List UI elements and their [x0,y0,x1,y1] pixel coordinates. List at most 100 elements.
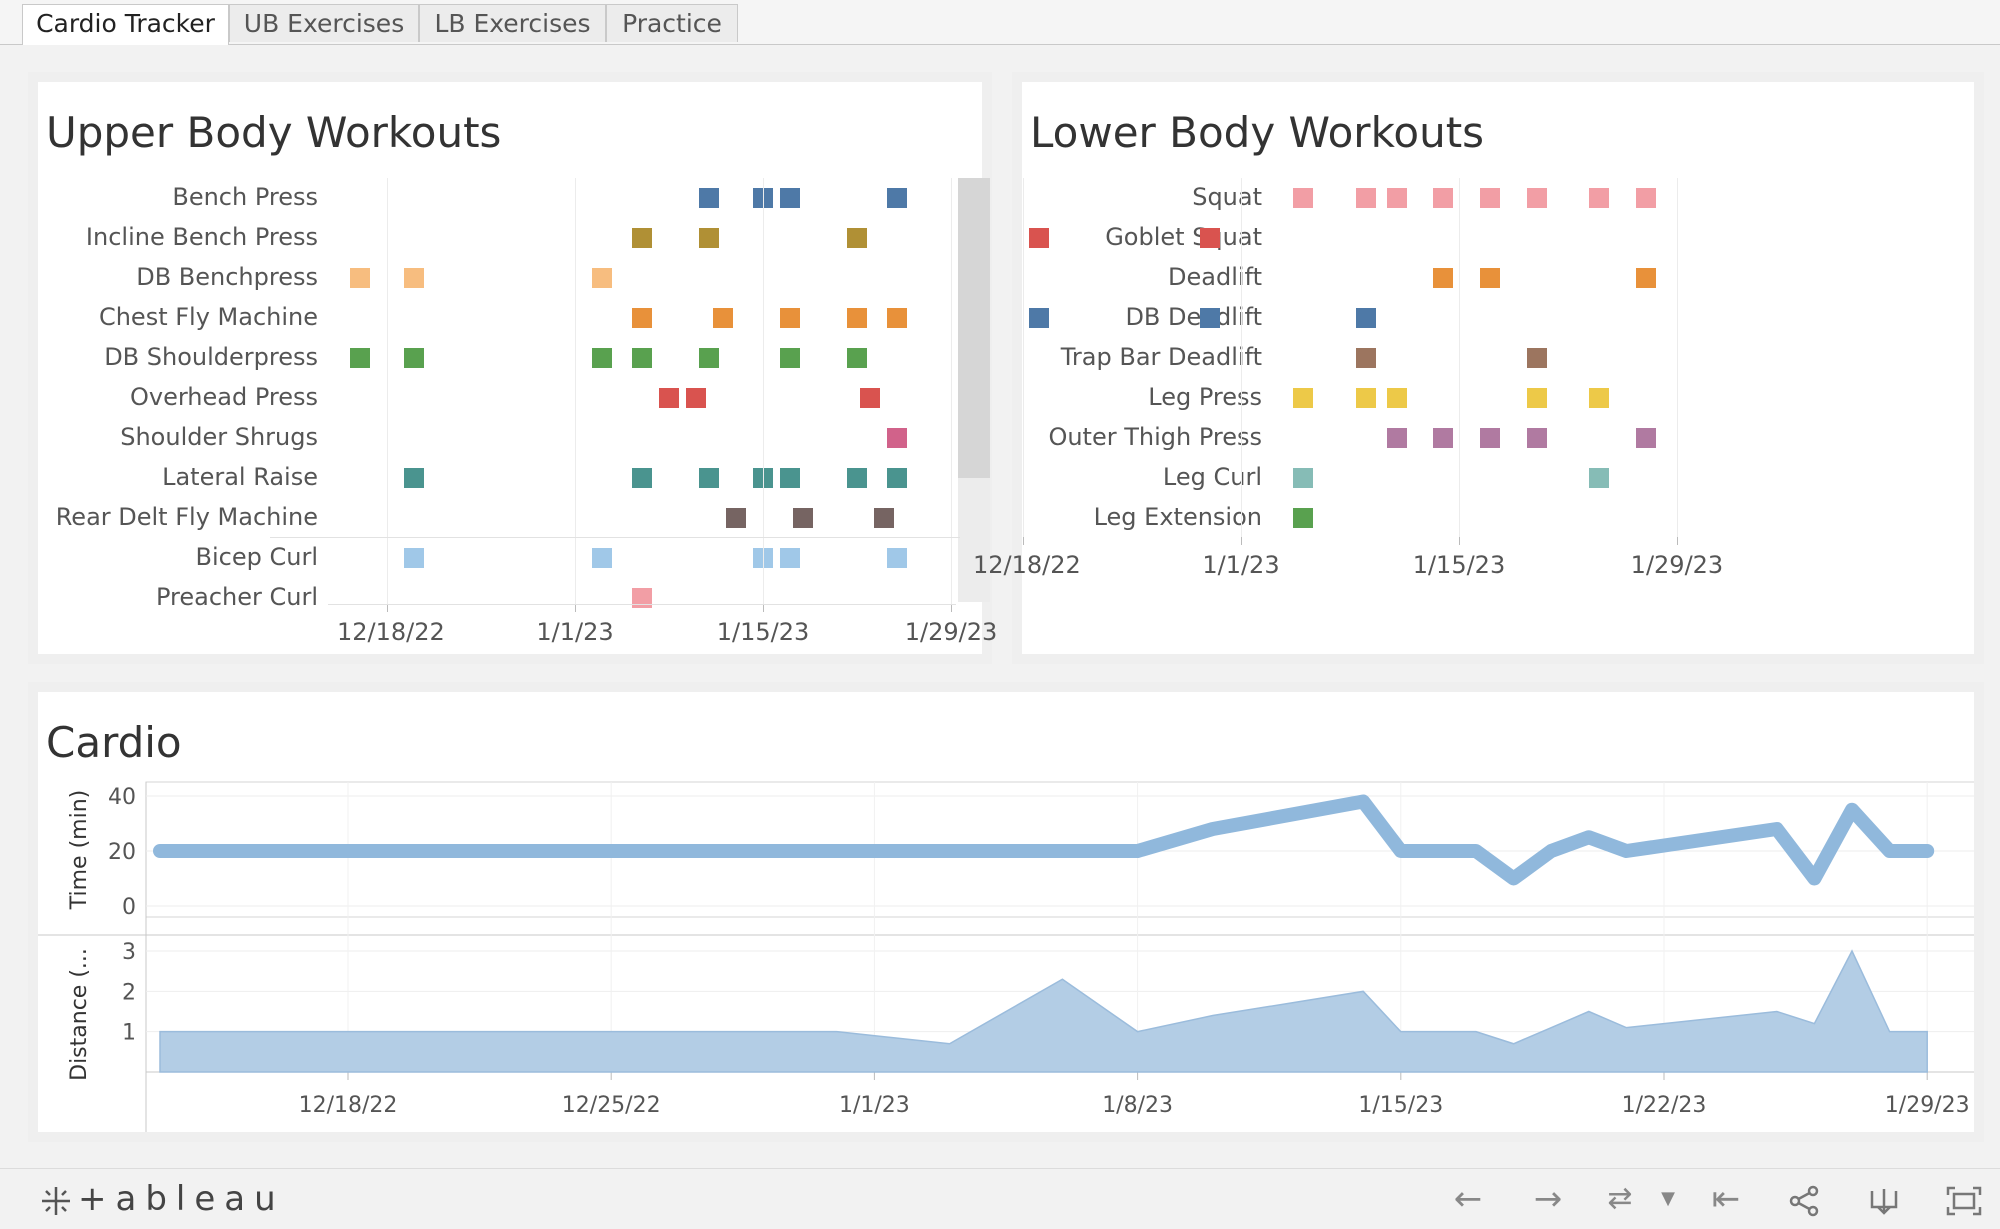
workout-mark-squat[interactable] [1480,188,1501,208]
x-axis-line [328,604,956,605]
workout-mark-lateral-raise[interactable] [403,468,424,488]
workout-mark-shoulder-shrugs[interactable] [887,428,908,448]
sheet-tab-strip: Cardio Tracker UB Exercises LB Exercises… [0,0,2000,45]
workout-mark-rear-delt-fly-machine[interactable] [726,508,747,528]
workout-mark-outer-thigh-press[interactable] [1526,428,1547,448]
workout-mark-preacher-curl[interactable] [632,588,653,608]
share-icon[interactable] [1782,1169,1826,1229]
row-label-bench-press: Bench Press [172,183,318,211]
workout-mark-leg-press[interactable] [1355,388,1376,408]
tab-ub-exercises[interactable]: UB Exercises [229,4,419,42]
workout-mark-outer-thigh-press[interactable] [1386,428,1407,448]
workout-mark-incline-bench-press[interactable] [632,228,653,248]
x-tick-label: 1/22/23 [1622,1093,1707,1118]
workout-mark-leg-press[interactable] [1386,388,1407,408]
revert-icon[interactable]: ⇄ [1598,1169,1642,1229]
workout-mark-bicep-curl[interactable] [403,548,424,568]
workout-mark-db-benchpress[interactable] [591,268,612,288]
x-tick-label: 1/29/23 [1885,1093,1970,1118]
workout-mark-bicep-curl[interactable] [779,548,800,568]
workout-mark-db-shoulderpress[interactable] [779,348,800,368]
x-tick-label: 1/15/23 [1358,1093,1443,1118]
workout-mark-db-benchpress[interactable] [350,268,371,288]
workout-mark-deadlift[interactable] [1635,268,1656,288]
workout-mark-leg-curl[interactable] [1589,468,1610,488]
workout-mark-db-shoulderpress[interactable] [632,348,653,368]
workout-mark-incline-bench-press[interactable] [847,228,868,248]
x-gridline [951,178,953,604]
workout-mark-incline-bench-press[interactable] [699,228,720,248]
workout-mark-trap-bar-deadlift[interactable] [1355,348,1376,368]
workout-mark-db-shoulderpress[interactable] [403,348,424,368]
x-tick [951,604,953,612]
workout-mark-outer-thigh-press[interactable] [1480,428,1501,448]
workout-mark-squat[interactable] [1355,188,1376,208]
workout-mark-deadlift[interactable] [1433,268,1454,288]
workout-mark-trap-bar-deadlift[interactable] [1526,348,1547,368]
workout-mark-lateral-raise[interactable] [847,468,868,488]
row-label-shoulder-shrugs: Shoulder Shrugs [120,423,318,451]
row-label-overhead-press: Overhead Press [129,383,318,411]
workout-mark-bench-press[interactable] [887,188,908,208]
workout-mark-squat[interactable] [1589,188,1610,208]
workout-mark-leg-press[interactable] [1293,388,1314,408]
workout-mark-squat[interactable] [1293,188,1314,208]
workout-mark-squat[interactable] [1526,188,1547,208]
tab-practice[interactable]: Practice [606,4,738,42]
workout-mark-rear-delt-fly-machine[interactable] [793,508,814,528]
workout-mark-lateral-raise[interactable] [699,468,720,488]
workout-mark-lateral-raise[interactable] [887,468,908,488]
workout-mark-db-deadlift[interactable] [1355,308,1376,328]
workout-mark-squat[interactable] [1386,188,1407,208]
workout-mark-overhead-press[interactable] [659,388,680,408]
workout-mark-db-shoulderpress[interactable] [350,348,371,368]
x-tick-label: 1/8/23 [1102,1093,1173,1118]
workout-mark-bench-press[interactable] [699,188,720,208]
workout-mark-leg-curl[interactable] [1293,468,1314,488]
tableau-logo[interactable]: +ableau [38,1169,285,1229]
row-label-incline-bench-press: Incline Bench Press [85,223,318,251]
workout-mark-bench-press[interactable] [779,188,800,208]
workout-mark-bicep-curl[interactable] [887,548,908,568]
workout-mark-goblet-squat[interactable] [1028,228,1049,248]
workout-mark-db-shoulderpress[interactable] [699,348,720,368]
download-icon[interactable] [1862,1169,1906,1229]
distance-area[interactable] [159,949,1928,1073]
workout-mark-db-benchpress[interactable] [403,268,424,288]
workout-mark-outer-thigh-press[interactable] [1433,428,1454,448]
workout-mark-outer-thigh-press[interactable] [1635,428,1656,448]
workout-mark-leg-press[interactable] [1526,388,1547,408]
workout-mark-db-shoulderpress[interactable] [591,348,612,368]
workout-mark-chest-fly-machine[interactable] [712,308,733,328]
workout-mark-chest-fly-machine[interactable] [632,308,653,328]
workout-mark-db-deadlift[interactable] [1199,308,1220,328]
workout-mark-goblet-squat[interactable] [1199,228,1220,248]
upper-scrollbar-thumb[interactable] [958,178,990,478]
time-line[interactable] [153,794,1935,886]
workout-mark-db-deadlift[interactable] [1028,308,1049,328]
workout-mark-chest-fly-machine[interactable] [847,308,868,328]
workout-mark-overhead-press[interactable] [685,388,706,408]
workout-mark-leg-extension[interactable] [1293,508,1314,528]
workout-mark-deadlift[interactable] [1480,268,1501,288]
fullscreen-icon[interactable] [1942,1169,1986,1229]
tableau-logo-icon [42,1186,70,1215]
workout-mark-bicep-curl[interactable] [591,548,612,568]
workout-mark-db-shoulderpress[interactable] [847,348,868,368]
workout-mark-rear-delt-fly-machine[interactable] [873,508,894,528]
redo-arrow-icon[interactable]: → [1526,1169,1570,1229]
workout-mark-chest-fly-machine[interactable] [887,308,908,328]
workout-mark-lateral-raise[interactable] [632,468,653,488]
workout-mark-leg-press[interactable] [1589,388,1610,408]
tab-cardio-tracker[interactable]: Cardio Tracker [22,4,229,45]
workout-mark-chest-fly-machine[interactable] [779,308,800,328]
tab-lb-exercises[interactable]: LB Exercises [419,4,606,42]
workout-mark-squat[interactable] [1433,188,1454,208]
row-label-db-shoulderpress: DB Shoulderpress [104,343,318,371]
undo-arrow-icon[interactable]: ← [1446,1169,1490,1229]
workout-mark-squat[interactable] [1635,188,1656,208]
workout-mark-lateral-raise[interactable] [779,468,800,488]
reset-start-icon[interactable]: ⇤ [1704,1169,1748,1229]
revert-dropdown-icon[interactable]: ▼ [1646,1169,1690,1229]
workout-mark-overhead-press[interactable] [860,388,881,408]
